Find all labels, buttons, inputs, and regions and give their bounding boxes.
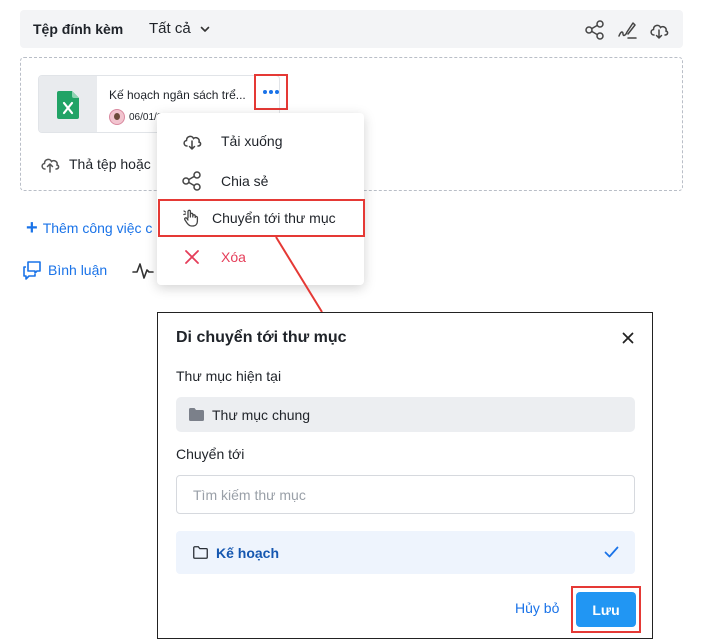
tab-comments[interactable]: Bình luận (22, 260, 107, 280)
check-icon (604, 546, 619, 558)
hand-pointer-icon (180, 207, 202, 229)
chevron-down-icon (200, 26, 209, 32)
menu-item-move-to-folder[interactable]: Chuyển tới thư mục (158, 199, 365, 237)
share-icon[interactable] (584, 19, 606, 41)
filter-value: Tất cả (149, 20, 191, 37)
menu-item-label: Chia sẻ (221, 173, 269, 189)
file-context-menu: Tải xuống Chia sẻ Chuyển tới thư mục Xóa (157, 113, 365, 285)
folder-icon (189, 408, 204, 421)
move-to-label: Chuyển tới (176, 446, 245, 462)
add-task-link[interactable]: + Thêm công việc c (26, 217, 153, 239)
add-task-label: Thêm công việc c (42, 220, 153, 236)
move-to-folder-dialog: Di chuyển tới thư mục Thư mục hiện tại T… (157, 312, 653, 639)
more-options-button[interactable] (254, 74, 288, 110)
menu-item-label: Xóa (221, 249, 246, 265)
current-folder-field: Thư mục chung (176, 397, 635, 432)
cloud-upload-icon (41, 158, 60, 173)
current-folder-value: Thư mục chung (212, 406, 311, 423)
activity-icon[interactable] (132, 261, 154, 281)
dropzone-text: Thả tệp hoặc (69, 156, 151, 172)
dropzone-hint: Thả tệp hoặc (39, 153, 151, 175)
sign-icon[interactable] (616, 19, 638, 41)
close-icon (622, 332, 634, 344)
folder-icon (193, 546, 208, 559)
filter-dropdown[interactable]: Tất cả (149, 20, 211, 37)
menu-item-download[interactable]: Tải xuống (157, 122, 364, 160)
dialog-title: Di chuyển tới thư mục (176, 329, 347, 346)
menu-item-delete[interactable]: Xóa (157, 238, 364, 276)
save-button-highlight: Lưu (571, 586, 641, 633)
menu-item-share[interactable]: Chia sẻ (157, 162, 364, 200)
attachments-title: Tệp đính kèm (33, 21, 124, 37)
plus-icon: + (26, 217, 38, 239)
file-name[interactable]: Kế hoạch ngân sách trể... (109, 88, 257, 102)
avatar (109, 109, 125, 125)
share-icon (181, 170, 203, 192)
close-button[interactable] (617, 327, 639, 349)
current-folder-label: Thư mục hiện tại (176, 368, 282, 384)
comment-icon (23, 261, 41, 280)
more-dots-icon (263, 90, 279, 94)
folder-option[interactable]: Kế hoạch (176, 531, 635, 574)
menu-item-label: Tải xuống (221, 133, 283, 149)
file-thumbnail (39, 76, 97, 132)
excel-file-icon (57, 91, 79, 119)
cancel-button[interactable]: Hủy bỏ (515, 600, 559, 616)
cloud-download-icon[interactable] (648, 19, 670, 41)
tab-comments-label: Bình luận (48, 262, 108, 278)
attachments-header: Tệp đính kèm Tất cả (20, 10, 683, 48)
close-icon (181, 246, 203, 268)
folder-option-name: Kế hoạch (216, 544, 280, 561)
cloud-download-icon (181, 130, 203, 152)
folder-search-input[interactable] (176, 475, 635, 514)
save-button[interactable]: Lưu (576, 592, 636, 627)
menu-item-label: Chuyển tới thư mục (212, 210, 336, 226)
